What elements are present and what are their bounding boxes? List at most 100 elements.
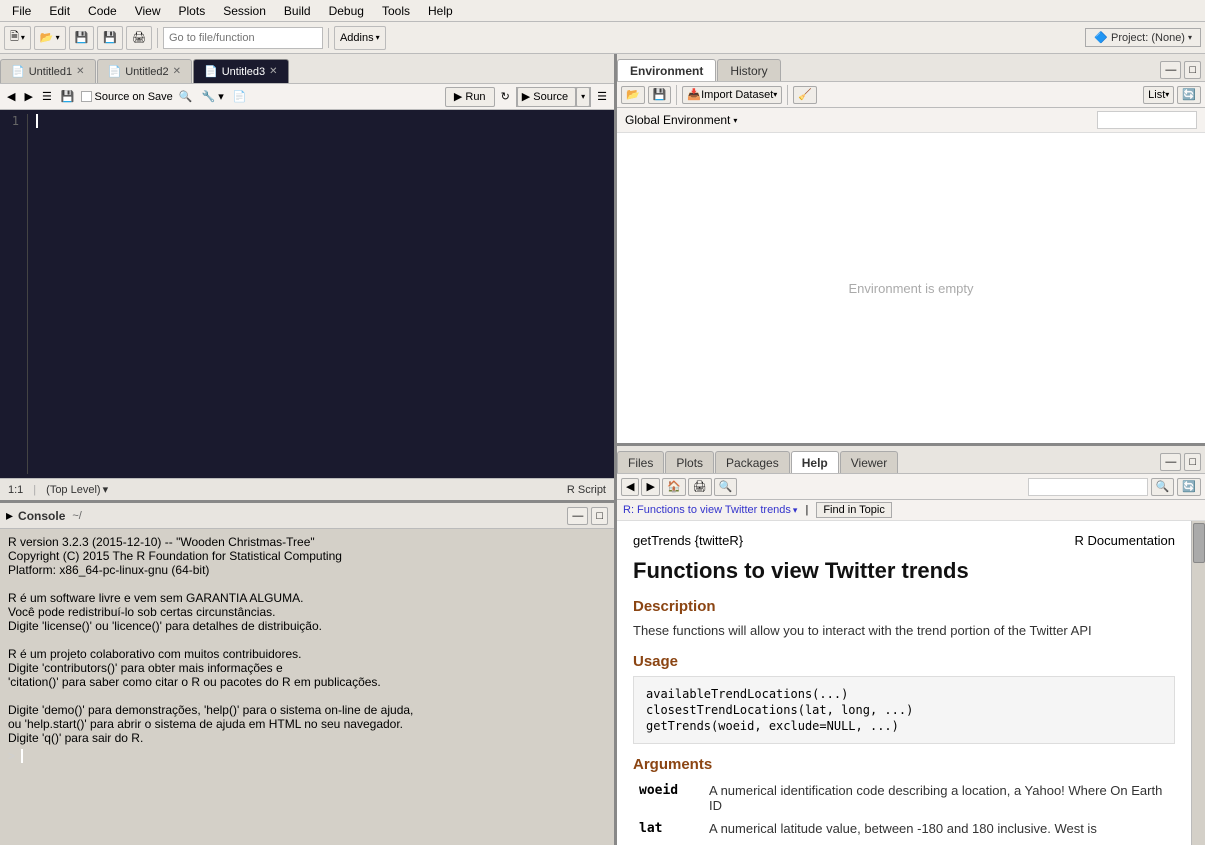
load-workspace-button[interactable]: 📂 xyxy=(621,86,645,104)
goto-input[interactable] xyxy=(163,27,323,49)
close-tab1-icon[interactable]: ✕ xyxy=(76,66,84,77)
scrollbar-thumb[interactable] xyxy=(1193,523,1205,563)
tab-viewer[interactable]: Viewer xyxy=(840,451,898,473)
help-search-button[interactable]: 🔍 xyxy=(1151,478,1175,496)
editor-toolbar: ◀ ▶ ☰ 💾 Source on Save 🔍 🔧 ▾ 📄 ▶ Run ↻ xyxy=(0,84,614,110)
run-button[interactable]: ▶ Run xyxy=(445,87,495,107)
source-on-save-checkbox[interactable] xyxy=(81,91,92,102)
close-tab2-icon[interactable]: ✕ xyxy=(173,66,181,77)
help-content[interactable]: getTrends {twitteR} R Documentation Func… xyxy=(617,521,1191,845)
help-scrollbar[interactable] xyxy=(1191,521,1205,845)
environment-panel: Environment History — □ 📂 💾 📥 Import Dat… xyxy=(617,54,1205,446)
console-line-blank1 xyxy=(8,633,606,647)
save-button[interactable]: 💾 xyxy=(69,26,95,50)
forward-button[interactable]: ▶ xyxy=(21,89,35,104)
help-arguments-title: Arguments xyxy=(633,756,1175,773)
close-tab3-icon[interactable]: ✕ xyxy=(269,66,277,77)
console-minimize-button[interactable]: — xyxy=(567,507,588,525)
code-content[interactable] xyxy=(28,114,610,474)
global-env-dropdown-icon[interactable]: ▾ xyxy=(733,116,737,125)
find-in-topic-button[interactable]: Find in Topic xyxy=(816,502,892,518)
help-search-input[interactable] xyxy=(1028,478,1148,496)
console-line-blank2 xyxy=(8,689,606,703)
menu-plots[interactable]: Plots xyxy=(171,2,214,20)
list-view-button[interactable]: ☰ xyxy=(594,89,610,104)
clear-console-button[interactable]: 🧹 xyxy=(793,86,817,104)
open-file-button[interactable]: 📂 ▾ xyxy=(34,26,66,50)
menu-build[interactable]: Build xyxy=(276,2,319,20)
help-description-title: Description xyxy=(633,598,1175,615)
import-dataset-button[interactable]: 📥 Import Dataset ▾ xyxy=(682,86,782,104)
print-button[interactable]: 🖨 xyxy=(126,26,152,50)
help-find-button[interactable]: 🔍 xyxy=(714,478,738,496)
arg-row-lat: lat A numerical latitude value, between … xyxy=(633,817,1175,840)
console-line-3 xyxy=(8,577,606,591)
script-type: R Script xyxy=(567,484,606,496)
back-button[interactable]: ◀ xyxy=(4,89,18,104)
show-outline-button[interactable]: ☰ xyxy=(39,89,55,104)
usage-line-2: getTrends(woeid, exclude=NULL, ...) xyxy=(646,719,1162,733)
text-cursor xyxy=(36,114,38,128)
new-file-button[interactable]: 🗎 ▾ xyxy=(4,26,31,50)
menu-view[interactable]: View xyxy=(127,2,169,20)
tab-files[interactable]: Files xyxy=(617,451,664,473)
level-dropdown-icon[interactable]: ▾ xyxy=(103,483,109,496)
tab-environment[interactable]: Environment xyxy=(617,59,716,81)
save-workspace-button[interactable]: 💾 xyxy=(648,86,672,104)
compile-button[interactable]: 📄 xyxy=(230,89,250,104)
help-maximize-button[interactable]: □ xyxy=(1184,453,1201,471)
env-maximize-button[interactable]: □ xyxy=(1184,61,1201,79)
sep2 xyxy=(328,28,329,48)
help-page-title: Functions to view Twitter trends xyxy=(633,558,1175,584)
help-print-button[interactable]: 🖨 xyxy=(688,478,712,496)
search-button[interactable]: 🔍 xyxy=(176,89,196,104)
source-button[interactable]: ▶ Source xyxy=(517,87,576,107)
help-back-button[interactable]: ◀ xyxy=(621,478,639,496)
menu-code[interactable]: Code xyxy=(80,2,125,20)
save-editor-button[interactable]: 💾 xyxy=(58,89,78,104)
main-toolbar: 🗎 ▾ 📂 ▾ 💾 💾 🖨 Addins ▾ 🔷 Project: (None)… xyxy=(0,22,1205,54)
tab-history[interactable]: History xyxy=(717,59,780,81)
menu-file[interactable]: File xyxy=(4,2,39,20)
console-maximize-button[interactable]: □ xyxy=(591,507,608,525)
console-content[interactable]: R version 3.2.3 (2015-12-10) -- "Wooden … xyxy=(0,529,614,845)
import-icon: 📥 xyxy=(687,88,701,101)
env-minimize-button[interactable]: — xyxy=(1160,61,1181,79)
tab-untitled3[interactable]: 📄 Untitled3 ✕ xyxy=(193,59,289,83)
menu-help[interactable]: Help xyxy=(420,2,461,20)
doc-icon3: 📄 xyxy=(204,65,218,78)
help-home-button[interactable]: 🏠 xyxy=(662,478,686,496)
breadcrumb-dropdown-icon[interactable]: ▾ xyxy=(793,505,798,516)
tab-plots[interactable]: Plots xyxy=(665,451,714,473)
addins-button[interactable]: Addins ▾ xyxy=(334,26,386,50)
breadcrumb-link[interactable]: R: Functions to view Twitter trends ▾ xyxy=(623,504,797,516)
env-refresh-button[interactable]: 🔄 xyxy=(1177,86,1201,104)
help-forward-button[interactable]: ▶ xyxy=(641,478,659,496)
env-search-input[interactable] xyxy=(1097,111,1197,129)
env-content: Global Environment ▾ Environment is empt… xyxy=(617,108,1205,443)
menu-tools[interactable]: Tools xyxy=(374,2,418,20)
code-editor[interactable]: 1 xyxy=(0,110,614,478)
tab-packages[interactable]: Packages xyxy=(715,451,790,473)
help-tabs-bar: Files Plots Packages Help Viewer — □ xyxy=(617,446,1205,474)
menu-session[interactable]: Session xyxy=(215,2,274,20)
help-minimize-button[interactable]: — xyxy=(1160,453,1181,471)
console-line-4: R é um software livre e vem sem GARANTIA… xyxy=(8,591,606,605)
console-line-9: Digite 'contributors()' para obter mais … xyxy=(8,661,606,675)
project-label: 🔷 Project: (None) ▾ xyxy=(1085,28,1201,47)
menu-edit[interactable]: Edit xyxy=(41,2,78,20)
help-refresh-button[interactable]: 🔄 xyxy=(1177,478,1201,496)
console-line-10: 'citation()' para saber como citar o R o… xyxy=(8,675,606,689)
code-tools-button[interactable]: 🔧 ▾ xyxy=(199,89,227,104)
help-toolbar: ◀ ▶ 🏠 🖨 🔍 🔍 🔄 xyxy=(617,474,1205,500)
rerun-button[interactable]: ↻ xyxy=(498,89,513,104)
console-cursor xyxy=(21,749,23,763)
tab-help[interactable]: Help xyxy=(791,451,839,473)
save-all-button[interactable]: 💾 xyxy=(97,26,123,50)
source-dropdown-button[interactable]: ▾ xyxy=(576,87,590,107)
list-view-button[interactable]: List ▾ xyxy=(1143,86,1174,104)
tab-untitled2[interactable]: 📄 Untitled2 ✕ xyxy=(97,59,193,83)
menu-debug[interactable]: Debug xyxy=(321,2,372,20)
tab-untitled1[interactable]: 📄 Untitled1 ✕ xyxy=(0,59,96,83)
console-prompt[interactable]: > xyxy=(8,749,606,763)
